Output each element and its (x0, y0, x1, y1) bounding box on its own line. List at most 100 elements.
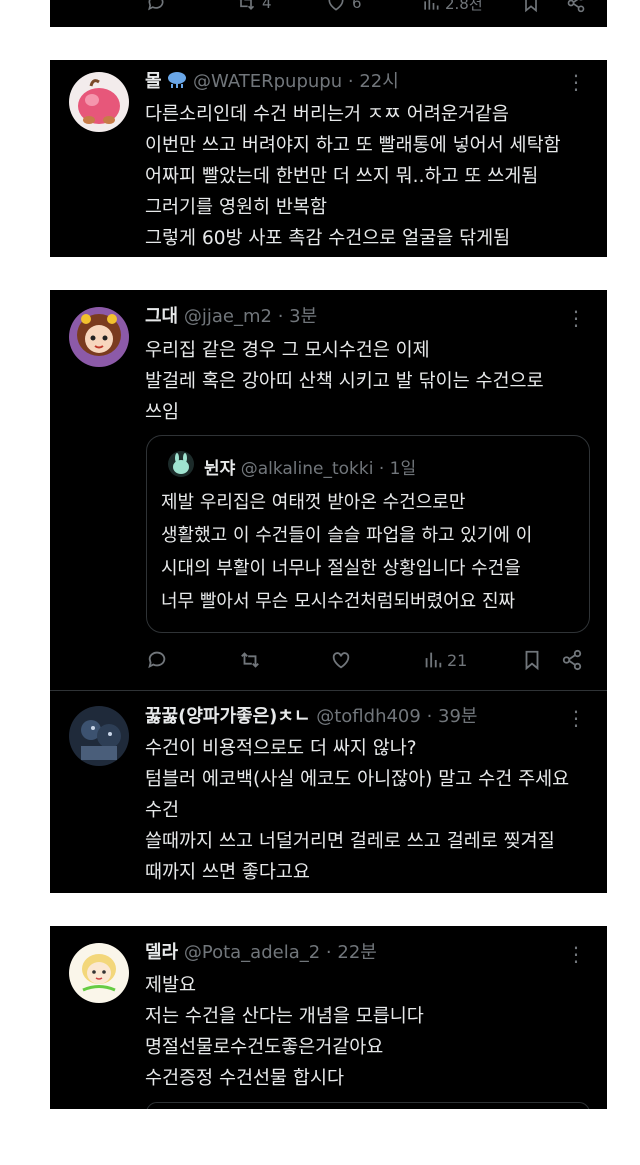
previous-tweet-actions: 4 6 2.8천 (146, 0, 586, 26)
quoted-line: 제발 우리집은 여태껏 받아온 수건으로만 (161, 492, 466, 513)
tweet-line: 저는 수건을 산다는 개념을 모릅니다 (145, 1006, 424, 1027)
quoted-tweet-edge (146, 1102, 590, 1109)
tweet-line: 그렇게 60방 사포 촉감 수건으로 얼굴을 닦게됨 (145, 228, 511, 249)
quoted-line: 생활했고 이 수건들이 슬슬 파업을 하고 있기에 이 (161, 525, 533, 546)
handle[interactable]: @jjae_m2 (184, 306, 272, 327)
quoted-handle[interactable]: @alkaline_tokki (241, 459, 374, 479)
tweet-line: 명절선물로수건도좋은거같아요 (145, 1037, 384, 1058)
tweet-header: 꿇꿇(양파가좋은)ㅊㄴ @tofldh409 · 39분 (145, 706, 478, 728)
cloud-rain-emoji-icon (168, 72, 187, 88)
like-icon (328, 0, 344, 11)
timestamp[interactable]: · 3분 (278, 306, 317, 327)
like-icon (332, 652, 350, 669)
more-icon: ⋮ (566, 706, 586, 730)
timestamp[interactable]: · 39분 (427, 706, 478, 727)
view-count: 2.8천 (445, 0, 483, 13)
display-name[interactable]: 꿇꿇(양파가좋은)ㅊㄴ (145, 706, 311, 727)
reply-icon (148, 651, 166, 669)
tweet-line: 수건증정 수건선물 합시다 (145, 1068, 344, 1089)
tweet-line: 때까지 쓰면 좋다고요 (145, 862, 310, 883)
more-button[interactable]: ⋮ (566, 706, 586, 730)
display-name[interactable]: 그대 (145, 306, 178, 327)
peach-plush-avatar-icon (69, 72, 129, 132)
quoted-tweet[interactable]: 뉜쟈 @alkaline_tokki · 1일 제발 우리집은 여태껏 받아온 … (146, 435, 590, 633)
views-button[interactable]: 2.8천 (421, 0, 483, 16)
tweet-line: 발걸레 혹은 강아띠 산책 시키고 발 닦이는 수건으로 (145, 371, 544, 392)
like-button[interactable]: 6 (326, 0, 362, 16)
tweet-header: 델라 @Pota_adela_2 · 22분 (145, 942, 377, 964)
retweet-button[interactable]: 4 (236, 0, 272, 16)
avatar[interactable] (69, 307, 129, 367)
tweet-card[interactable]: 꿇꿇(양파가좋은)ㅊㄴ @tofldh409 · 39분 ⋮ 수건이 비용적으로… (50, 690, 607, 893)
avatar[interactable] (69, 706, 129, 766)
tweet-card[interactable]: 몰 @WATERpupupu · 22시 ⋮ 다른소리인데 수건 버리는거 ㅈㅉ… (50, 60, 607, 257)
tweet-text: 다른소리인데 수건 버리는거 ㅈㅉ 어려운거같음 이번만 쓰고 버려야지 하고 … (145, 99, 595, 254)
views-button[interactable]: 21 (422, 647, 467, 673)
more-icon: ⋮ (566, 942, 586, 966)
avatar[interactable] (69, 943, 129, 1003)
view-count: 21 (447, 650, 468, 670)
cartoon-girl-avatar-icon (69, 307, 129, 367)
tweet-text: 수건이 비용적으로도 더 싸지 않나? 텀블러 에코백(사실 에코도 아니잖아)… (145, 733, 595, 888)
views-icon (425, 652, 442, 668)
display-name[interactable]: 델라 (145, 942, 178, 963)
timestamp[interactable]: · 22분 (326, 942, 377, 963)
green-bunny-avatar-icon (168, 451, 194, 477)
timestamp[interactable]: · 22시 (348, 71, 399, 92)
retweet-button[interactable] (239, 647, 261, 673)
reply-button[interactable] (146, 647, 168, 673)
tweet-line: 그러기를 영원히 반복함 (145, 197, 327, 218)
tweet-text: 제발요 저는 수건을 산다는 개념을 모릅니다 명절선물로수건도좋은거같아요 수… (145, 970, 595, 1094)
views-icon (424, 0, 439, 10)
share-icon (567, 0, 585, 13)
tweet-line: 수건이 비용적으로도 더 싸지 않나? (145, 738, 417, 759)
tweet-line: 쓰임 (145, 402, 180, 423)
quoted-timestamp[interactable]: · 1일 (379, 459, 416, 479)
tweet-line: 어짜피 빨았는데 한번만 더 쓰지 뭐..하고 또 쓰게됨 (145, 166, 539, 187)
handle[interactable]: @Pota_adela_2 (184, 942, 320, 963)
more-icon: ⋮ (566, 70, 586, 94)
tweet-line: 다른소리인데 수건 버리는거 ㅈㅉ 어려운거같음 (145, 104, 509, 125)
quoted-text: 제발 우리집은 여태껏 받아온 수건으로만 생활했고 이 수건들이 슬슬 파업을… (161, 486, 532, 618)
quoted-line: 너무 빨아서 무슨 모시수건처럼되버렸어요 진짜 (161, 591, 516, 612)
tweet-card[interactable]: 델라 @Pota_adela_2 · 22분 ⋮ 제발요 저는 수건을 산다는 … (50, 926, 607, 1109)
share-button[interactable] (566, 0, 586, 16)
tweet-text: 우리집 같은 경우 그 모시수건은 이제 발걸레 혹은 강아띠 산책 시키고 발… (145, 335, 595, 428)
reply-count: 4 (262, 0, 272, 12)
tweet-line: 이번만 쓰고 버려야지 하고 또 빨래통에 넣어서 세탁함 (145, 135, 561, 156)
tweet-line: 제발요 (145, 975, 197, 996)
reply-button[interactable] (146, 0, 166, 16)
avatar[interactable] (69, 72, 129, 132)
bookmark-icon (525, 0, 537, 13)
tweet-card[interactable]: 그대 @jjae_m2 · 3분 ⋮ 우리집 같은 경우 그 모시수건은 이제 … (50, 290, 607, 690)
tweet-actions: 21 (146, 647, 586, 673)
more-button[interactable]: ⋮ (566, 942, 586, 966)
retweet-icon (241, 652, 259, 668)
tweet-line: 쓸때까지 쓰고 너덜거리면 걸레로 쓰고 걸레로 찢겨질 (145, 831, 555, 852)
tweet-line: 수건 (145, 800, 180, 821)
bookmark-button[interactable] (521, 0, 541, 16)
handle[interactable]: @WATERpupupu (193, 71, 342, 92)
tweet-line: 우리집 같은 경우 그 모시수건은 이제 (145, 340, 430, 361)
retweet-icon (238, 0, 255, 11)
tweet-header: 그대 @jjae_m2 · 3분 (145, 306, 317, 328)
bookmark-button[interactable] (521, 647, 543, 673)
tweet-line: 텀블러 에코백(사실 에코도 아니잖아) 말고 수건 주세요 (145, 769, 570, 790)
quoted-header: 뉜쟈 @alkaline_tokki · 1일 (204, 454, 416, 479)
cartoon-character-avatar-icon (69, 943, 129, 1003)
like-button[interactable] (330, 647, 352, 673)
quoted-display-name[interactable]: 뉜쟈 (204, 459, 235, 479)
dark-illustration-avatar-icon (69, 706, 129, 766)
bookmark-icon (525, 650, 539, 671)
share-icon (562, 649, 582, 671)
reply-icon (148, 0, 164, 11)
handle[interactable]: @tofldh409 (316, 706, 421, 727)
more-icon: ⋮ (566, 306, 586, 330)
quoted-avatar[interactable] (168, 451, 194, 477)
share-button[interactable] (561, 647, 583, 673)
tweet-header: 몰 @WATERpupupu · 22시 (145, 71, 399, 93)
previous-tweet-card: 4 6 2.8천 (50, 0, 607, 27)
more-button[interactable]: ⋮ (566, 306, 586, 330)
more-button[interactable]: ⋮ (566, 70, 586, 94)
display-name[interactable]: 몰 (145, 71, 162, 92)
